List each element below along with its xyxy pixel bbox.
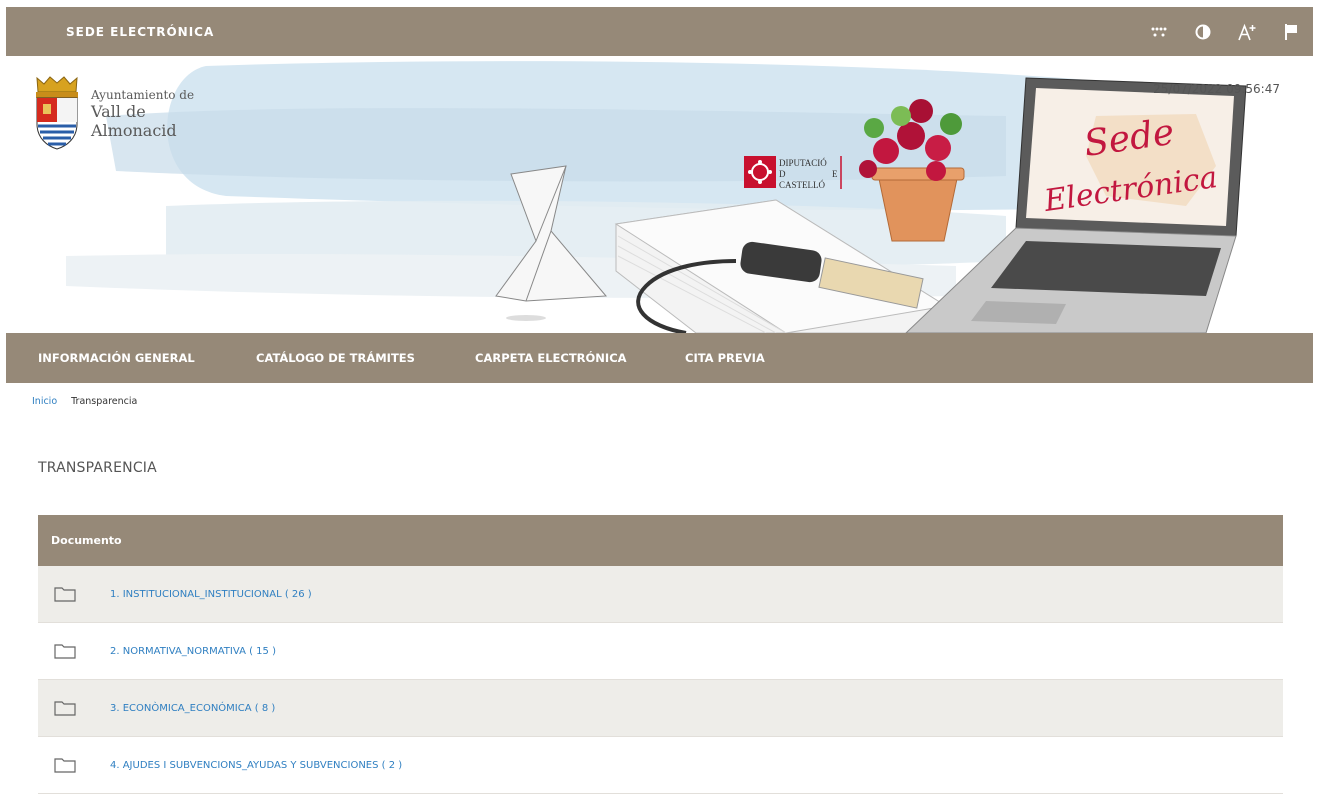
coat-of-arms-icon bbox=[36, 76, 78, 150]
folder-icon bbox=[54, 587, 76, 602]
font-size-increase-icon bbox=[1238, 23, 1256, 40]
logo-line-3: Almonacid bbox=[91, 121, 177, 140]
header-banner: DIPUTACIÓ D E CASTELLÓ Sede Electrónica bbox=[6, 56, 1313, 333]
breadcrumb-home[interactable]: Inicio bbox=[32, 396, 57, 407]
diputacio-text-2b: E bbox=[832, 169, 838, 179]
font-size-button[interactable] bbox=[1225, 7, 1269, 56]
logo-line-1: Ayuntamiento de bbox=[91, 88, 195, 102]
table-row[interactable]: 3. ECONÒMICA_ECONÓMICA ( 8 ) bbox=[38, 680, 1283, 737]
dots-grid-button[interactable] bbox=[1137, 7, 1181, 56]
nav-catalogo-tramites[interactable]: CATÁLOGO DE TRÁMITES bbox=[256, 333, 415, 383]
table-row[interactable]: 1. INSTITUCIONAL_INSTITUCIONAL ( 26 ) bbox=[38, 566, 1283, 623]
flag-icon bbox=[1285, 23, 1297, 40]
folder-link[interactable]: 2. NORMATIVA_NORMATIVA ( 15 ) bbox=[110, 646, 276, 657]
breadcrumb: Inicio Transparencia bbox=[32, 396, 137, 407]
contrast-icon bbox=[1195, 24, 1211, 39]
site-title[interactable]: SEDE ELECTRÓNICA bbox=[66, 7, 214, 58]
diputacio-text-2a: D bbox=[779, 169, 786, 179]
logo-text: Ayuntamiento de Vall de Almonacid bbox=[91, 76, 194, 150]
diputacio-text-3: CASTELLÓ bbox=[779, 180, 825, 190]
folder-link[interactable]: 1. INSTITUCIONAL_INSTITUCIONAL ( 26 ) bbox=[110, 589, 312, 600]
documents-table: Documento 1. INSTITUCIONAL_INSTITUCIONAL… bbox=[38, 515, 1283, 794]
top-bar: SEDE ELECTRÓNICA bbox=[6, 7, 1313, 56]
folder-icon bbox=[54, 758, 76, 773]
breadcrumb-current: Transparencia bbox=[71, 396, 138, 407]
folder-icon bbox=[54, 701, 76, 716]
folder-link[interactable]: 3. ECONÒMICA_ECONÓMICA ( 8 ) bbox=[110, 703, 275, 714]
main-navigation: INFORMACIÓN GENERAL CATÁLOGO DE TRÁMITES… bbox=[6, 333, 1313, 383]
current-datetime: 25/07/2022 09:56:47 bbox=[1153, 82, 1280, 96]
nav-cita-previa[interactable]: CITA PREVIA bbox=[685, 333, 765, 383]
dots-grid-icon bbox=[1151, 27, 1167, 36]
banner-illustration: DIPUTACIÓ D E CASTELLÓ Sede Electrónica bbox=[66, 61, 1247, 333]
ayuntamiento-logo[interactable]: Ayuntamiento de Vall de Almonacid bbox=[32, 76, 194, 150]
table-header: Documento bbox=[38, 515, 1283, 566]
flag-button[interactable] bbox=[1269, 7, 1313, 56]
table-row[interactable]: 4. AJUDES I SUBVENCIONS_AYUDAS Y SUBVENC… bbox=[38, 737, 1283, 794]
nav-carpeta-electronica[interactable]: CARPETA ELECTRÓNICA bbox=[475, 333, 627, 383]
contrast-button[interactable] bbox=[1181, 7, 1225, 56]
nav-informacion-general[interactable]: INFORMACIÓN GENERAL bbox=[38, 333, 195, 383]
accessibility-tools bbox=[1137, 7, 1313, 56]
folder-icon bbox=[54, 644, 76, 659]
page-title: TRANSPARENCIA bbox=[38, 460, 157, 476]
logo-line-2: Vall de bbox=[91, 102, 146, 121]
table-row[interactable]: 2. NORMATIVA_NORMATIVA ( 15 ) bbox=[38, 623, 1283, 680]
diputacio-text-1: DIPUTACIÓ bbox=[779, 158, 827, 168]
